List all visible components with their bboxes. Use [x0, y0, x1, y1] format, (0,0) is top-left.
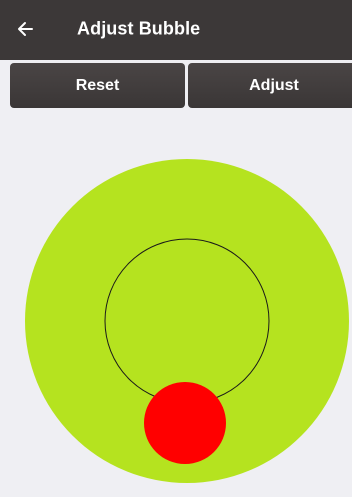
app-bar: Adjust Bubble: [0, 0, 352, 60]
level-bubble[interactable]: [144, 382, 226, 464]
arrow-left-icon: [18, 22, 33, 36]
reset-button[interactable]: Reset: [10, 63, 185, 108]
bubble-level-view: [0, 108, 352, 497]
action-toolbar: Reset Adjust: [0, 60, 352, 108]
back-button[interactable]: [16, 14, 56, 44]
adjust-button[interactable]: Adjust: [188, 63, 352, 108]
page-title: Adjust Bubble: [77, 18, 201, 39]
